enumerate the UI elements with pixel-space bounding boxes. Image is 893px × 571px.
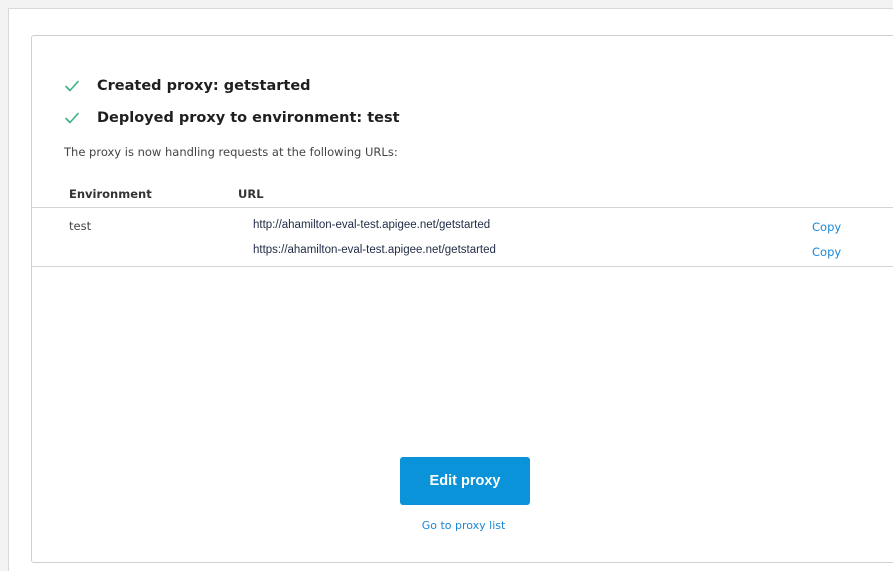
proxy-result-card: Created proxy: getstarted Deployed proxy… <box>31 35 893 563</box>
check-icon <box>65 80 79 92</box>
url-column-header: URL <box>238 187 264 201</box>
deployed-status-text: Deployed proxy to environment: test <box>97 110 400 126</box>
deployed-status: Deployed proxy to environment: test <box>64 108 400 128</box>
copy-http-url-link[interactable]: Copy <box>812 220 841 234</box>
page-frame: Created proxy: getstarted Deployed proxy… <box>8 8 893 571</box>
urls-intro-text: The proxy is now handling requests at th… <box>64 145 398 159</box>
created-status: Created proxy: getstarted <box>64 76 311 96</box>
go-to-proxy-list-text[interactable]: Go to proxy list <box>422 519 506 532</box>
proxy-url-https: https://ahamilton-eval-test.apigee.net/g… <box>253 244 496 256</box>
environment-cell: test <box>69 219 92 233</box>
created-status-text: Created proxy: getstarted <box>97 78 311 94</box>
proxy-url-http: http://ahamilton-eval-test.apigee.net/ge… <box>253 219 491 231</box>
table-header-divider <box>32 207 893 208</box>
environment-column-header: Environment <box>69 187 152 201</box>
copy-https-url-link[interactable]: Copy <box>812 245 841 259</box>
check-icon <box>65 112 79 124</box>
table-bottom-divider <box>32 266 893 267</box>
edit-proxy-button[interactable]: Edit proxy <box>400 457 530 505</box>
go-to-proxy-list-link: Go to proxy list <box>32 519 893 532</box>
